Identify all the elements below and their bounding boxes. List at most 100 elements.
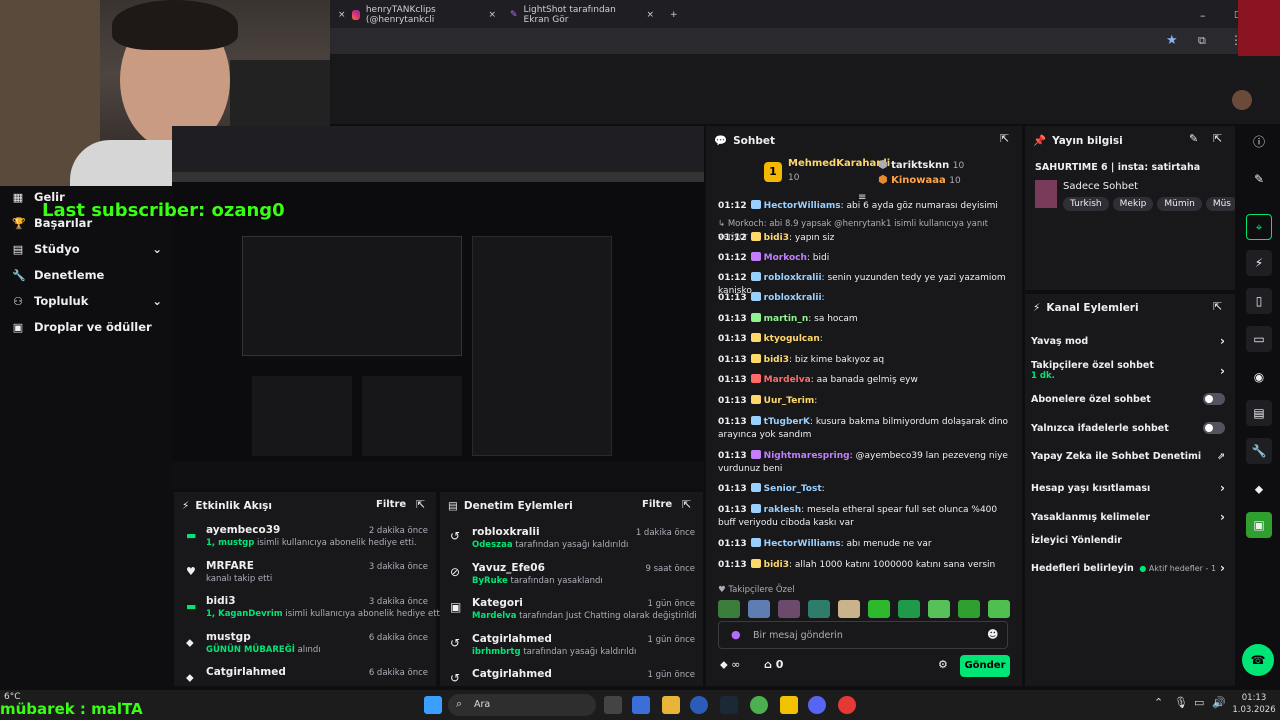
channel-action-item[interactable]: Yapay Zeka ile Sohbet Denetimi ⇗ <box>1031 451 1225 462</box>
channel-action-item[interactable]: Takipçilere özel sohbet 1 dk. › <box>1031 360 1225 381</box>
mod-action-item[interactable]: ⊘ Yavuz_Efe06 9 saat önce ByRuke tarafından… <box>450 562 695 596</box>
chat-message[interactable]: 01:12 HectorWilliams: abi 6 ayda göz numa… <box>718 200 1014 213</box>
mod-action-user[interactable]: Catgirlahmed <box>472 668 552 680</box>
emoji-icon[interactable]: ☻ <box>987 628 998 641</box>
chat-message[interactable]: 01:13 robloxkralii: <box>718 292 1014 305</box>
chat-username[interactable]: Senior_Tost <box>764 484 822 494</box>
activity-user[interactable]: mustgp <box>206 631 251 643</box>
steam-icon[interactable] <box>720 696 738 714</box>
network-icon[interactable]: ▭ <box>1194 696 1204 709</box>
activity-item[interactable]: ▬ bidi3 3 dakika önce 1, KaganDevrim isimli… <box>184 595 445 629</box>
leaderboard-third[interactable]: ⬢ Kinowaaa 10 <box>878 173 978 187</box>
tag[interactable]: Mekip <box>1112 197 1154 211</box>
chat-message[interactable]: 01:13 ktyogulcan: <box>718 333 1014 346</box>
activity-user[interactable]: bidi3 <box>206 595 236 607</box>
browser-tab-instagram[interactable]: henryTANKclips (@henrytankcli × <box>344 4 504 26</box>
activity-user[interactable]: ayembeco39 <box>206 524 280 536</box>
chat-message[interactable]: 01:13 bidi3: allah 1000 katını 1000000 ka… <box>718 559 1014 572</box>
start-icon[interactable] <box>424 696 442 714</box>
sidebar-item-topluluk[interactable]: ⚇ Topluluk ⌄ <box>12 294 162 308</box>
channel-action-item[interactable]: Abonelere özel sohbet <box>1031 393 1225 405</box>
file-explorer-icon[interactable] <box>662 696 680 714</box>
points-icon[interactable]: ⬥ <box>1246 476 1272 502</box>
broadcast-icon[interactable]: ◉ <box>1246 364 1272 390</box>
close-icon[interactable]: × <box>646 10 654 20</box>
toggle-switch[interactable] <box>1203 393 1225 405</box>
mod-action-item[interactable]: ↺ robloxkralii 1 dakika önce Odeszaa tarafı… <box>450 526 695 560</box>
discord-icon[interactable] <box>808 696 826 714</box>
mic-icon[interactable]: 🎙 <box>1174 696 1188 709</box>
extensions-icon[interactable]: ⧉ <box>1198 34 1206 48</box>
channel-action-item[interactable]: Yalnızca ifadelerle sohbet <box>1031 422 1225 434</box>
chat-username[interactable]: martin_n <box>764 314 809 324</box>
popout-icon[interactable]: ⇱ <box>682 498 691 511</box>
channel-action-control[interactable]: › <box>1220 334 1225 348</box>
bookmark-star-icon[interactable]: ★ <box>1166 33 1178 48</box>
task-view-icon[interactable] <box>604 696 622 714</box>
emote-icon[interactable] <box>808 600 830 618</box>
channel-action-control[interactable]: ⇗ <box>1217 451 1225 462</box>
channel-action-control[interactable]: › <box>1220 364 1225 378</box>
chat-username[interactable]: robloxkralii <box>764 273 822 283</box>
emote-icon[interactable] <box>988 600 1010 618</box>
emote-icon[interactable] <box>748 600 770 618</box>
document-icon[interactable]: ▯ <box>1246 288 1272 314</box>
browser-tab-lightshot[interactable]: ✎ LightShot tarafından Ekran Gör × <box>502 4 662 26</box>
avatar[interactable] <box>1232 90 1252 110</box>
chat-username[interactable]: Mardelva <box>764 375 811 385</box>
chat-username[interactable]: tTugberK <box>764 417 810 427</box>
popout-icon[interactable]: ⇱ <box>416 498 425 511</box>
chat-username[interactable]: Uur_Terim <box>764 396 815 406</box>
close-icon[interactable]: × <box>488 10 496 20</box>
chat-username[interactable]: robloxkralii <box>764 293 822 303</box>
chat-message[interactable]: 01:13 Uur_Terim: <box>718 395 1014 408</box>
calculator-icon[interactable] <box>632 696 650 714</box>
popout-icon[interactable]: ⇱ <box>1213 132 1222 145</box>
channel-action-item[interactable]: İzleyici Yönlendir <box>1031 535 1225 546</box>
emote-icon[interactable] <box>838 600 860 618</box>
chat-message[interactable]: 01:13 bidi3: biz kime bakıyoz aq <box>718 354 1014 367</box>
edit-icon[interactable]: ✎ <box>1246 166 1272 192</box>
channel-action-item[interactable]: Yasaklanmış kelimeler › <box>1031 510 1225 524</box>
channel-action-control[interactable]: › <box>1220 510 1225 524</box>
mod-action-user[interactable]: Yavuz_Efe06 <box>472 562 545 574</box>
app-icon[interactable] <box>690 696 708 714</box>
mod-action-item[interactable]: ▣ Kategori 1 gün önce Mardelva tarafından J… <box>450 597 697 631</box>
notes-icon[interactable] <box>780 696 798 714</box>
chat-message[interactable]: 01:13 martin_n: sa hocam <box>718 313 1014 326</box>
chat-message[interactable]: 01:13 Mardelva: aa banada gelmiş eyw <box>718 374 1014 387</box>
clock-date[interactable]: 1.03.2026 <box>1232 705 1276 715</box>
points-infinity-icon[interactable]: ⬥ ∞ <box>720 658 750 672</box>
chat-username[interactable]: bidi3 <box>764 560 789 570</box>
chat-message[interactable]: 01:13 Senior_Tost: <box>718 483 1014 496</box>
new-tab-button[interactable]: + <box>662 4 686 26</box>
mic-icon[interactable]: ● <box>731 628 741 641</box>
channel-action-control[interactable] <box>1203 422 1225 434</box>
chrome-icon[interactable] <box>750 696 768 714</box>
chat-username[interactable]: ktyogulcan <box>764 334 820 344</box>
extension-icon[interactable]: ▣ <box>1246 512 1272 538</box>
chat-username[interactable]: bidi3 <box>764 355 789 365</box>
tray-chevron-icon[interactable]: ⌃ <box>1154 696 1163 709</box>
points-balance[interactable]: ⌂ 0 <box>764 658 783 671</box>
chat-message[interactable]: 01:12 bidi3: yapın siz <box>718 232 1014 245</box>
activity-user[interactable]: MRFARE <box>206 560 254 572</box>
channel-action-control[interactable]: ● Aktif hedefler - 1 › <box>1139 561 1225 575</box>
help-icon[interactable]: ☎ <box>1242 644 1274 676</box>
chat-username[interactable]: Nightmarespring <box>764 451 850 461</box>
activity-item[interactable]: ▬ ayembeco39 2 dakika önce 1, mustgp isimli… <box>184 524 428 558</box>
emote-icon[interactable] <box>718 600 740 618</box>
tag[interactable]: Müs <box>1205 197 1235 211</box>
activity-item[interactable]: ♥ MRFARE 3 dakika önce kanalı takip etti <box>184 560 428 594</box>
stack-icon[interactable]: ▤ <box>1246 400 1272 426</box>
edit-icon[interactable]: ✎ <box>1189 132 1198 145</box>
channel-action-control[interactable] <box>1203 393 1225 405</box>
send-button[interactable]: Gönder <box>960 655 1010 677</box>
mod-action-user[interactable]: Kategori <box>472 597 523 609</box>
sidebar-item-studyo[interactable]: ▤ Stüdyo ⌄ <box>12 242 162 256</box>
settings-gear-icon[interactable]: ⚙ <box>938 658 948 671</box>
volume-icon[interactable]: 🔊 <box>1212 696 1226 709</box>
clip-icon[interactable]: ⌖ <box>1246 214 1272 240</box>
mod-action-item[interactable]: ↺ Catgirlahmed 1 gün önce ibrhmbrtg tarafın… <box>450 633 695 667</box>
chat-message[interactable]: 01:12 Morkoch: bidi <box>718 252 1014 265</box>
